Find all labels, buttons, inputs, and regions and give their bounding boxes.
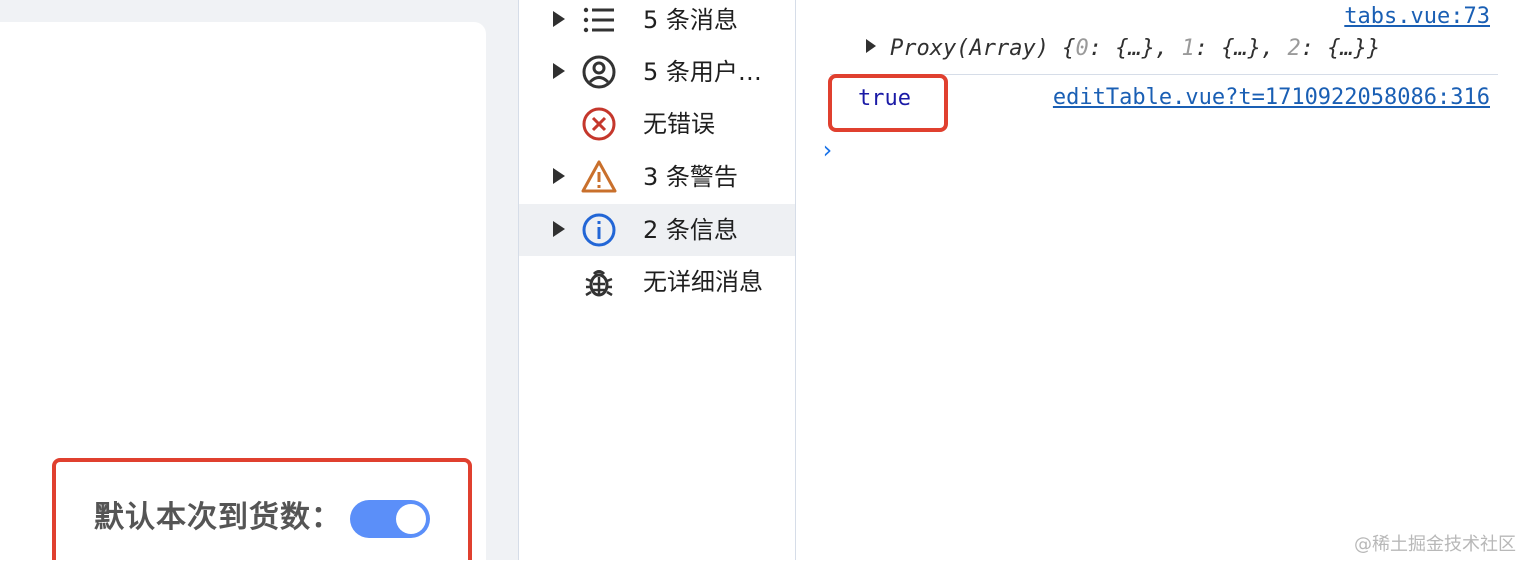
proxy-index: 2 bbox=[1287, 36, 1301, 61]
user-icon bbox=[581, 54, 617, 90]
log-entry-proxy[interactable]: Proxy(Array) {0: {…}, 1: {…}, 2: {…}} bbox=[866, 34, 1380, 64]
sidebar-item-user-messages[interactable]: 5 条用户… bbox=[519, 46, 795, 98]
watermark: @稀土掘金技术社区 bbox=[1354, 534, 1516, 555]
sidebar-item-label: 5 条消息 bbox=[643, 6, 738, 34]
expand-arrow-icon[interactable] bbox=[553, 11, 565, 27]
proxy-value: {…} bbox=[1327, 36, 1367, 61]
sidebar-item-label: 3 条警告 bbox=[643, 163, 738, 191]
warning-icon bbox=[581, 159, 617, 195]
sidebar-item-label: 无错误 bbox=[643, 110, 715, 138]
expand-arrow-icon[interactable] bbox=[553, 63, 565, 79]
switch-knob bbox=[396, 504, 426, 534]
sidebar-item-warnings[interactable]: 3 条警告 bbox=[519, 151, 795, 203]
default-arrival-label: 默认本次到货数： bbox=[94, 500, 342, 535]
default-arrival-switch[interactable] bbox=[350, 500, 430, 538]
proxy-value: {…} bbox=[1115, 36, 1155, 61]
sidebar-item-errors[interactable]: 无错误 bbox=[519, 98, 795, 150]
sidebar-item-label: 2 条信息 bbox=[643, 216, 738, 244]
proxy-index: 0 bbox=[1075, 36, 1089, 61]
proxy-prefix: Proxy(Array) { bbox=[890, 36, 1076, 61]
log-value-boolean[interactable]: true bbox=[858, 84, 911, 114]
list-icon bbox=[581, 2, 617, 38]
sidebar-item-messages[interactable]: 5 条消息 bbox=[519, 0, 795, 46]
proxy-index: 1 bbox=[1181, 36, 1195, 61]
expand-arrow-icon[interactable] bbox=[866, 39, 876, 53]
expand-arrow-icon[interactable] bbox=[553, 221, 565, 237]
console-sidebar: 5 条消息 5 条用户… 无错误 3 条警告 2 条信息 无详细消息 bbox=[518, 0, 796, 560]
sidebar-item-verbose[interactable]: 无详细消息 bbox=[519, 256, 795, 308]
source-link-tabs[interactable]: tabs.vue:73 bbox=[1344, 4, 1490, 29]
sidebar-item-info[interactable]: 2 条信息 bbox=[519, 204, 795, 256]
bug-icon bbox=[581, 264, 617, 300]
source-link-edittable[interactable]: editTable.vue?t=1710922058086:316 bbox=[1053, 85, 1490, 110]
info-icon bbox=[581, 212, 617, 248]
sidebar-item-label: 5 条用户… bbox=[643, 58, 762, 86]
proxy-value: {…} bbox=[1221, 36, 1261, 61]
error-icon bbox=[581, 106, 617, 142]
expand-arrow-icon[interactable] bbox=[553, 168, 565, 184]
proxy-suffix: } bbox=[1366, 36, 1381, 61]
sidebar-item-label: 无详细消息 bbox=[643, 268, 763, 296]
console-output: tabs.vue:73 Proxy(Array) {0: {…}, 1: {…}… bbox=[796, 0, 1526, 560]
console-prompt-icon[interactable]: › bbox=[820, 136, 834, 164]
